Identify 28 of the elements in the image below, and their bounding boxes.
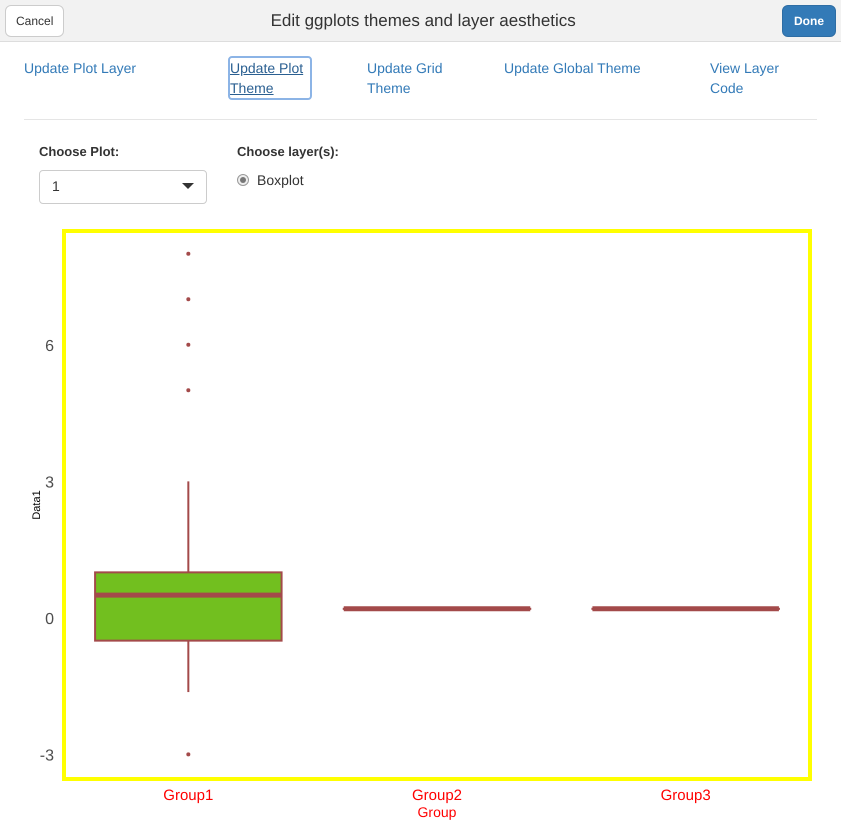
outlier-point [186,296,190,301]
y-tick-label: 0 [45,610,54,628]
tab[interactable]: Update Grid Theme [367,58,447,98]
y-tick-label: 3 [45,474,54,491]
done-button[interactable]: Done [782,4,836,36]
outlier-point [186,251,190,256]
tab[interactable]: Update Global Theme [504,58,641,78]
field-label: Choose Plot: [39,143,120,161]
option-label: Boxplot [257,170,304,190]
x-tick-label: Group3 [660,786,711,804]
y-axis-title: Data1 [31,490,43,520]
outlier-point [186,388,190,392]
x-tick-label: Group2 [412,786,462,804]
radio-button[interactable] [237,174,249,186]
field-label: Choose layer(s): [237,143,339,161]
y-tick-label: 6 [45,337,54,354]
plot-select[interactable]: 1 [39,170,207,204]
dialog-title: Edit ggplots themes and layer aesthetics [270,10,576,32]
x-axis-title: Group [418,804,456,820]
cancel-button[interactable]: Cancel [5,4,64,36]
outlier-point [186,752,190,756]
tab[interactable]: View Layer Code [710,58,790,98]
outlier-point [186,342,190,346]
x-tick-label: Group1 [163,786,214,804]
y-tick-label: -3 [40,746,54,764]
tab[interactable]: Update Plot Layer [24,58,136,78]
tab[interactable]: Update Plot Theme [230,58,310,98]
caret-icon [182,183,194,190]
